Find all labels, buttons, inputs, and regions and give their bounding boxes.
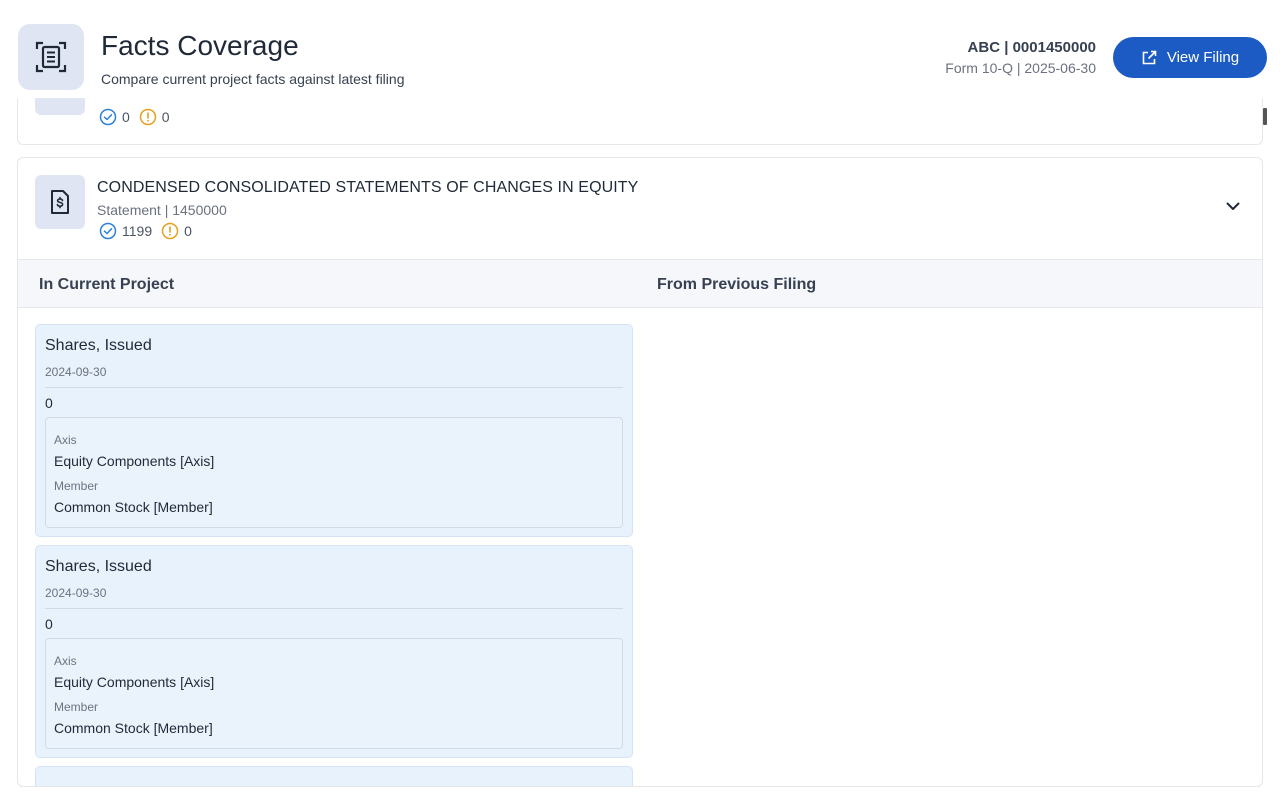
member-value: Common Stock [Member] <box>54 499 213 515</box>
axis-value: Equity Components [Axis] <box>54 453 215 469</box>
dollar-document-icon <box>35 175 85 229</box>
external-link-icon <box>1141 49 1158 66</box>
warning-count: 0 <box>184 223 192 239</box>
verified-count: 1199 <box>122 223 153 239</box>
divider <box>45 608 623 609</box>
fact-date: 2024-09-30 <box>45 586 107 600</box>
fact-card[interactable]: Shares, Issued 2024-09-30 0 Axis Equity … <box>35 545 633 758</box>
column-header-row: In Current Project From Previous Filing <box>18 259 1262 308</box>
axis-label: Axis <box>54 433 77 447</box>
dimension-box: Axis Equity Components [Axis] Member Com… <box>45 638 623 749</box>
company-id: ABC | 0001450000 <box>967 39 1096 56</box>
check-circle-icon <box>99 222 117 240</box>
warning-count: 0 <box>161 109 170 125</box>
document-scan-icon <box>18 24 84 90</box>
chevron-down-icon[interactable] <box>1223 196 1243 216</box>
fact-name: Shares, Issued <box>45 337 152 354</box>
section-card: CONDENSED CONSOLIDATED STATEMENTS OF CHA… <box>17 157 1263 787</box>
section-icon <box>35 97 85 115</box>
member-label: Member <box>54 479 99 493</box>
warning-circle-icon <box>161 222 179 240</box>
fact-card[interactable]: Shares, Issued 2024-09-30 0 Axis Equity … <box>35 324 633 537</box>
view-filing-label: View Filing <box>1166 49 1240 66</box>
section-counts: 0 0 <box>99 108 170 126</box>
scrollbar-thumb[interactable] <box>1263 108 1267 125</box>
verified-count: 0 <box>122 109 130 125</box>
warning-circle-icon <box>139 108 157 126</box>
view-filing-button[interactable]: View Filing <box>1113 37 1267 78</box>
member-label: Member <box>54 700 99 714</box>
check-circle-icon <box>99 108 117 126</box>
section-title[interactable]: CONDENSED CONSOLIDATED STATEMENTS OF CHA… <box>97 179 638 197</box>
section-counts: 1199 0 <box>99 222 192 240</box>
page-subtitle: Compare current project facts against la… <box>101 71 405 87</box>
fact-value: 0 <box>45 395 53 411</box>
axis-value: Equity Components [Axis] <box>54 674 215 690</box>
column-header-previous: From Previous Filing <box>657 276 817 293</box>
fact-value: 0 <box>45 616 53 632</box>
page-title: Facts Coverage <box>101 30 299 61</box>
page-header: Facts Coverage Compare current project f… <box>0 0 1280 98</box>
dimension-box: Axis Equity Components [Axis] Member Com… <box>45 417 623 528</box>
fact-card[interactable] <box>35 766 633 786</box>
filing-form-date: Form 10-Q | 2025-06-30 <box>945 60 1096 76</box>
fact-date: 2024-09-30 <box>45 365 107 379</box>
member-value: Common Stock [Member] <box>54 720 213 736</box>
axis-label: Axis <box>54 654 77 668</box>
section-meta: Statement | 1450000 <box>97 202 227 218</box>
column-header-current: In Current Project <box>39 276 175 293</box>
divider <box>45 387 623 388</box>
fact-name: Shares, Issued <box>45 558 152 575</box>
